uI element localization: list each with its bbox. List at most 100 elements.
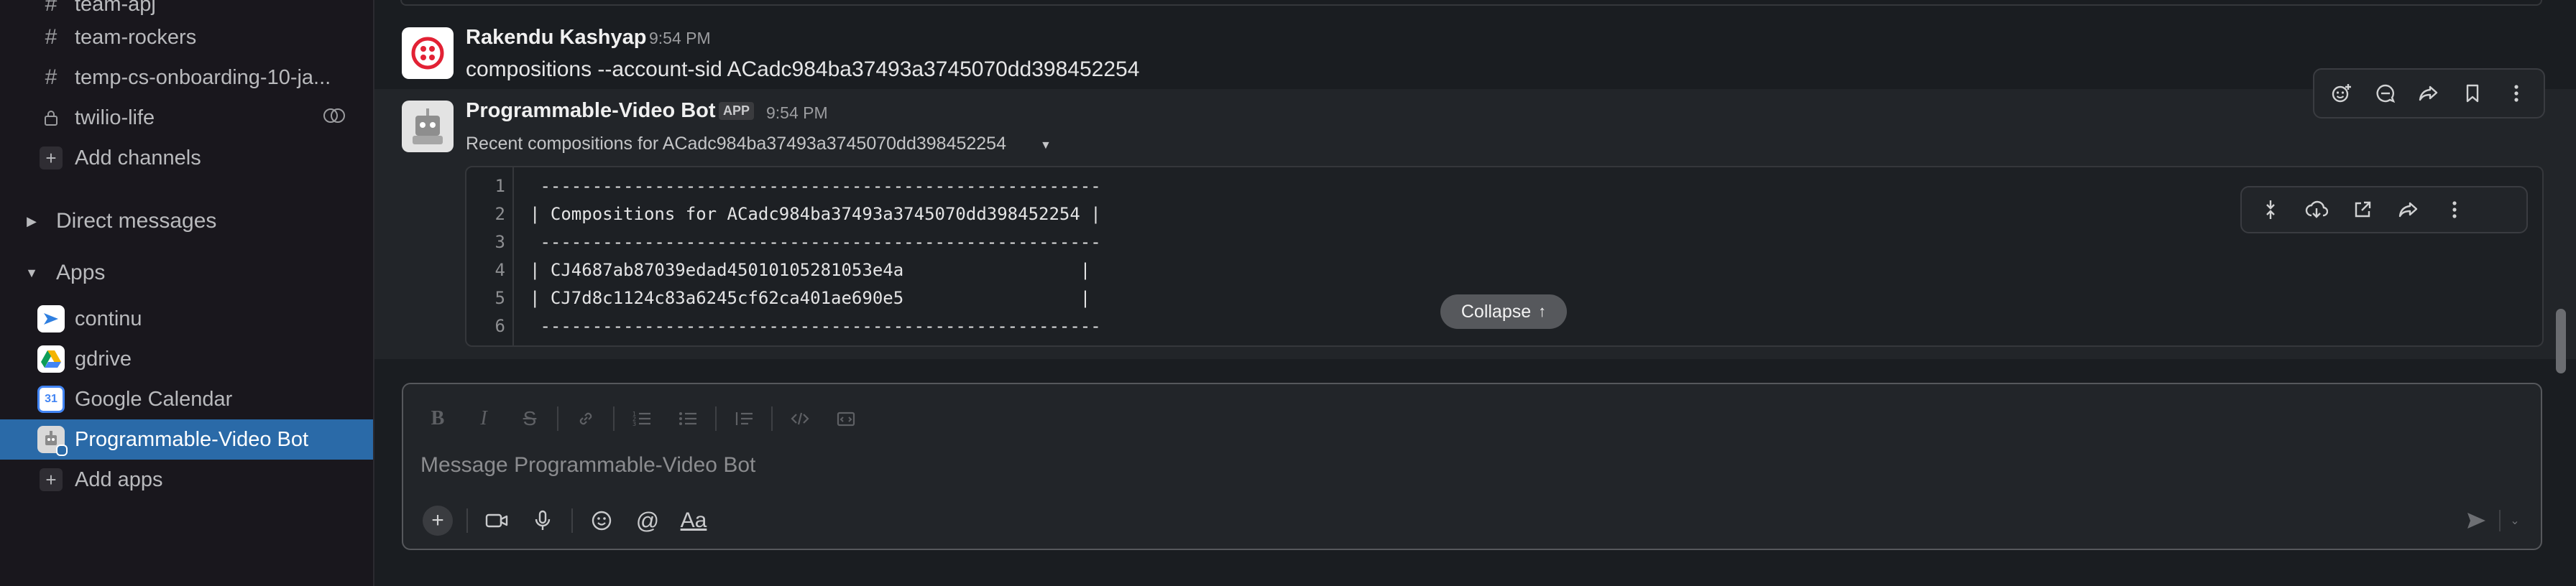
sidebar-item-label: Google Calendar bbox=[75, 387, 233, 411]
line-number: 3 bbox=[494, 232, 505, 252]
app-badge: APP bbox=[719, 102, 755, 120]
direct-messages-header[interactable]: ▶ Direct messages bbox=[0, 201, 373, 241]
add-channels-button[interactable]: + Add channels bbox=[0, 138, 373, 178]
line-number: 5 bbox=[494, 288, 505, 308]
code-line: | Compositions for ACadc984ba37493a37450… bbox=[530, 204, 1101, 224]
composer-tools: + @ Aa bbox=[415, 501, 717, 541]
sidebar-item-label: Programmable-Video Bot bbox=[75, 427, 309, 451]
strikethrough-icon[interactable]: S bbox=[507, 399, 553, 439]
emoji-icon[interactable] bbox=[579, 501, 625, 541]
sidebar-item-team-rockers[interactable]: # team-rockers bbox=[0, 17, 373, 57]
download-icon[interactable] bbox=[2294, 190, 2340, 230]
code-icon[interactable] bbox=[777, 399, 823, 439]
line-number: 2 bbox=[494, 204, 505, 224]
plus-icon: + bbox=[40, 468, 63, 491]
message-input[interactable]: Message Programmable-Video Bot bbox=[420, 453, 755, 478]
message-author[interactable]: Rakendu Kashyap bbox=[466, 26, 646, 50]
code-block-icon[interactable] bbox=[823, 399, 869, 439]
avatar bbox=[402, 101, 454, 152]
bold-icon[interactable]: B bbox=[415, 399, 461, 439]
line-number: 6 bbox=[494, 316, 505, 336]
ordered-list-icon[interactable]: 123 bbox=[619, 399, 665, 439]
apps-header[interactable]: ▼ Apps bbox=[0, 253, 373, 293]
snippet-actions-toolbar bbox=[2240, 186, 2528, 233]
link-icon[interactable] bbox=[563, 399, 609, 439]
sidebar-item-label: gdrive bbox=[75, 347, 132, 371]
italic-icon[interactable]: I bbox=[461, 399, 507, 439]
online-status-icon bbox=[56, 445, 68, 456]
add-channels-label: Add channels bbox=[75, 146, 201, 169]
sidebar-item-temp-cs-onboarding[interactable]: # temp-cs-onboarding-10-ja... bbox=[0, 57, 373, 98]
sidebar-item-google-calendar[interactable]: 31 Google Calendar bbox=[0, 379, 373, 419]
sidebar-item-continu[interactable]: continu bbox=[0, 299, 373, 339]
sidebar-item-twilio-life[interactable]: twilio-life bbox=[0, 98, 373, 138]
toolbar-divider bbox=[557, 406, 558, 431]
more-actions-icon[interactable] bbox=[2494, 73, 2538, 113]
arrow-up-icon: ↑ bbox=[1538, 302, 1547, 320]
add-apps-button[interactable]: + Add apps bbox=[0, 460, 373, 500]
code-line: ----------------------------------------… bbox=[530, 316, 1101, 336]
add-apps-icon-wrap: + bbox=[34, 463, 68, 496]
collapse-label: Collapse bbox=[1460, 301, 1532, 322]
message-author[interactable]: Programmable-Video Bot bbox=[466, 99, 716, 123]
text-formatting-icon[interactable]: Aa bbox=[671, 501, 717, 541]
sidebar-item-label: team-rockers bbox=[75, 25, 197, 49]
message-timestamp[interactable]: 9:54 PM bbox=[766, 103, 828, 123]
video-clip-icon[interactable] bbox=[474, 501, 520, 541]
toolbar-divider bbox=[771, 406, 773, 431]
shared-channel-icon bbox=[323, 107, 346, 129]
plus-icon: + bbox=[423, 506, 453, 536]
line-number: 1 bbox=[494, 176, 505, 196]
send-controls: ⌄ bbox=[2453, 501, 2529, 541]
message-rakendu: Rakendu Kashyap 9:54 PM compositions --a… bbox=[374, 0, 2576, 89]
plus-icon: + bbox=[40, 146, 63, 169]
add-apps-label: Add apps bbox=[75, 468, 163, 491]
microphone-icon[interactable] bbox=[520, 501, 566, 541]
message-timestamp[interactable]: 9:54 PM bbox=[649, 29, 711, 48]
attachment-title[interactable]: Recent compositions for ACadc984ba37493a… bbox=[466, 134, 1006, 154]
app-icon-wrap: 31 bbox=[34, 383, 68, 416]
toolbar-divider bbox=[715, 406, 717, 431]
robot-avatar-icon bbox=[413, 108, 443, 144]
sidebar-item-label: team-apj bbox=[75, 0, 156, 16]
message-composer: B I S 123 Message Programmable-Video Bot… bbox=[402, 383, 2542, 550]
scrollbar[interactable] bbox=[2556, 309, 2566, 373]
gdrive-app-icon bbox=[37, 345, 65, 373]
toolbar-divider bbox=[613, 406, 615, 431]
attach-button[interactable]: + bbox=[415, 501, 461, 541]
open-external-icon[interactable] bbox=[2340, 190, 2386, 230]
message-pane: Rakendu Kashyap 9:54 PM compositions --a… bbox=[374, 0, 2576, 586]
share-message-icon[interactable] bbox=[2407, 73, 2451, 113]
add-channels-icon-wrap: + bbox=[34, 141, 68, 175]
add-reaction-icon[interactable] bbox=[2320, 73, 2364, 113]
sidebar-item-gdrive[interactable]: gdrive bbox=[0, 339, 373, 379]
sidebar-item-label: continu bbox=[75, 307, 142, 330]
sidebar-item-label: temp-cs-onboarding-10-ja... bbox=[75, 65, 331, 89]
avatar bbox=[402, 27, 454, 79]
svg-text:3: 3 bbox=[632, 421, 636, 427]
line-number: 4 bbox=[494, 260, 505, 280]
send-icon[interactable] bbox=[2453, 501, 2499, 541]
reply-thread-icon[interactable] bbox=[2364, 73, 2408, 113]
toolbar-divider bbox=[571, 508, 573, 533]
sidebar-item-programmable-video-bot[interactable]: Programmable-Video Bot bbox=[0, 419, 373, 460]
collapse-lines-icon[interactable] bbox=[2248, 190, 2294, 230]
code-line: ----------------------------------------… bbox=[530, 232, 1101, 252]
code-line: ----------------------------------------… bbox=[530, 176, 1101, 196]
share-snippet-icon[interactable] bbox=[2386, 190, 2432, 230]
blockquote-icon[interactable] bbox=[721, 399, 767, 439]
sidebar: # team-apj # team-rockers # temp-cs-onbo… bbox=[0, 0, 374, 586]
message-actions-toolbar bbox=[2313, 68, 2545, 118]
twilio-logo-icon bbox=[411, 37, 444, 70]
caret-down-icon: ▼ bbox=[25, 265, 38, 280]
bulleted-list-icon[interactable] bbox=[665, 399, 711, 439]
bookmark-icon[interactable] bbox=[2451, 73, 2495, 113]
mention-icon[interactable]: @ bbox=[625, 501, 671, 541]
collapse-button[interactable]: Collapse ↑ bbox=[1440, 294, 1567, 329]
apps-label: Apps bbox=[56, 261, 106, 284]
schedule-chevron-icon[interactable]: ⌄ bbox=[2501, 501, 2529, 541]
message-text: compositions --account-sid ACadc984ba374… bbox=[466, 57, 1140, 81]
snippet-more-icon[interactable] bbox=[2432, 190, 2478, 230]
sidebar-item-label: twilio-life bbox=[75, 106, 155, 129]
chevron-down-icon[interactable]: ▼ bbox=[1040, 139, 1052, 152]
